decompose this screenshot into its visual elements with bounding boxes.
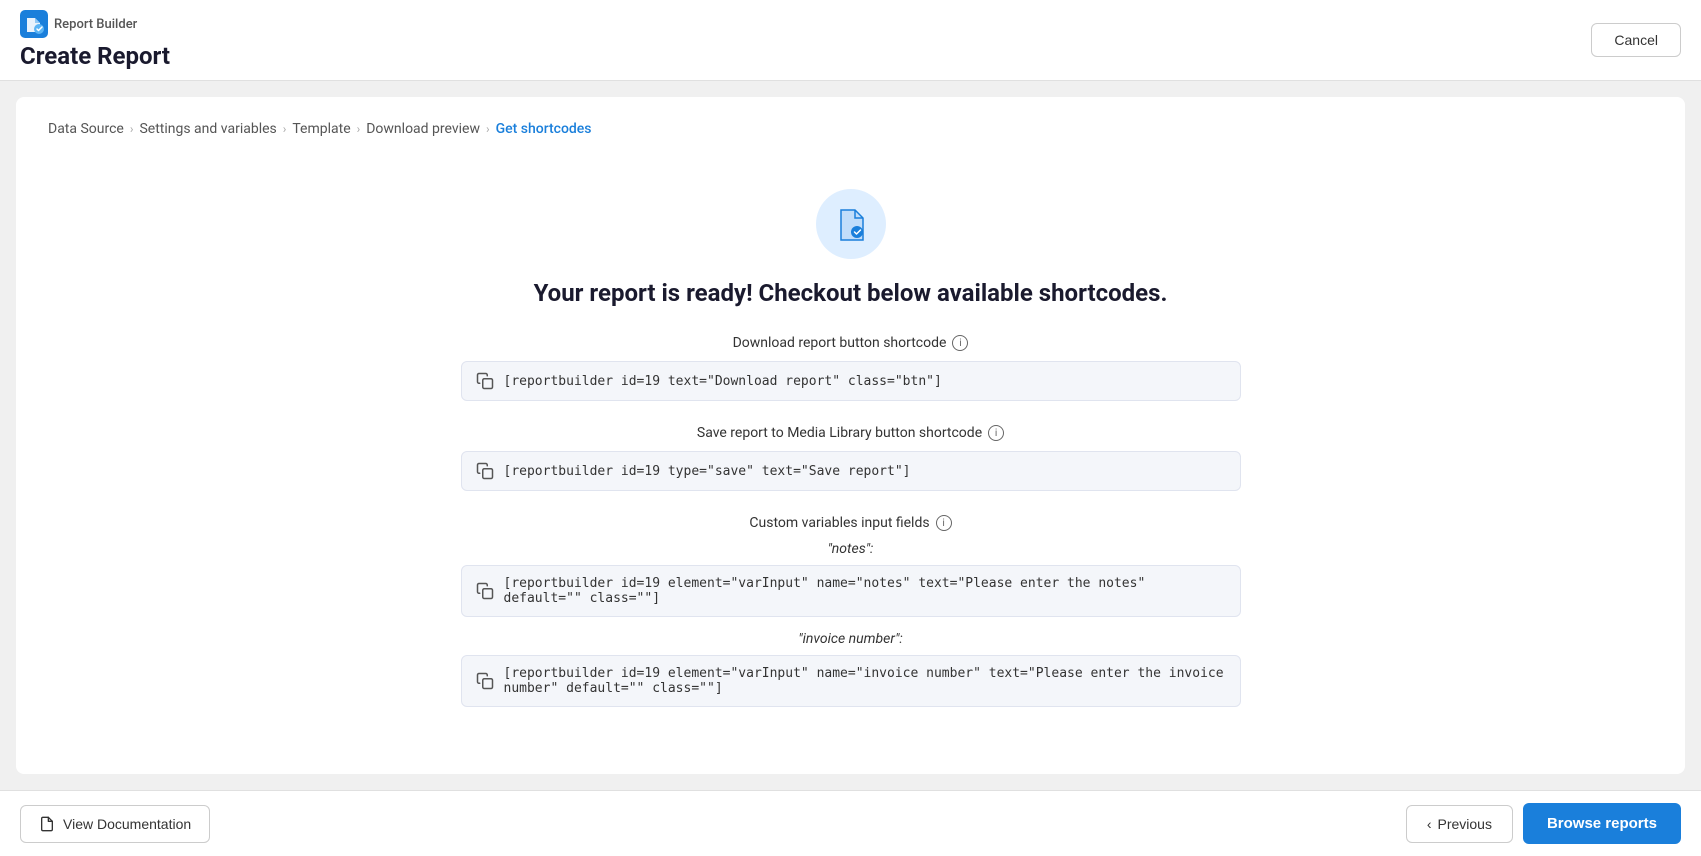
copy-download-icon[interactable] — [476, 372, 494, 390]
download-shortcode-label: Download report button shortcode i — [461, 335, 1241, 351]
report-icon-circle — [816, 189, 886, 259]
top-bar-left: Report Builder Create Report — [20, 10, 170, 70]
custom-variables-section: Custom variables input fields i "notes":… — [461, 515, 1241, 707]
invoice-shortcode-text: [reportbuilder id=19 element="varInput" … — [504, 666, 1226, 696]
breadcrumb-step-3: Template — [292, 121, 350, 137]
ready-title: Your report is ready! Checkout below ava… — [534, 279, 1168, 307]
breadcrumb-step-5-active[interactable]: Get shortcodes — [496, 121, 592, 137]
invoice-shortcode-box: [reportbuilder id=19 element="varInput" … — [461, 655, 1241, 707]
download-info-icon[interactable]: i — [952, 335, 968, 351]
breadcrumb-sep-2: › — [283, 122, 287, 136]
footer-right: ‹ Previous Browse reports — [1406, 803, 1681, 844]
breadcrumb: Data Source › Settings and variables › T… — [48, 121, 1653, 137]
copy-notes-icon[interactable] — [476, 582, 494, 600]
var-notes-label: "notes": — [461, 541, 1241, 557]
footer: View Documentation ‹ Previous Browse rep… — [0, 790, 1701, 856]
download-shortcode-box: [reportbuilder id=19 text="Download repo… — [461, 361, 1241, 401]
breadcrumb-step-4: Download preview — [366, 121, 480, 137]
view-docs-button[interactable]: View Documentation — [20, 805, 210, 843]
copy-invoice-icon[interactable] — [476, 672, 494, 690]
breadcrumb-sep-1: › — [130, 122, 134, 136]
previous-button[interactable]: ‹ Previous — [1406, 805, 1513, 843]
content-card: Data Source › Settings and variables › T… — [16, 97, 1685, 774]
notes-shortcode-text: [reportbuilder id=19 element="varInput" … — [504, 576, 1226, 606]
center-content: Your report is ready! Checkout below ava… — [48, 169, 1653, 750]
top-bar: Report Builder Create Report Cancel — [0, 0, 1701, 81]
save-shortcode-text: [reportbuilder id=19 type="save" text="S… — [504, 464, 911, 479]
download-shortcode-section: Download report button shortcode i [repo… — [461, 335, 1241, 401]
download-shortcode-text: [reportbuilder id=19 text="Download repo… — [504, 374, 942, 389]
save-shortcode-box: [reportbuilder id=19 type="save" text="S… — [461, 451, 1241, 491]
notes-shortcode-box: [reportbuilder id=19 element="varInput" … — [461, 565, 1241, 617]
doc-icon — [39, 816, 55, 832]
breadcrumb-step-2: Settings and variables — [139, 121, 276, 137]
app-name: Report Builder — [54, 17, 137, 32]
custom-variables-label: Custom variables input fields i — [461, 515, 1241, 531]
var-invoice-label: "invoice number": — [461, 631, 1241, 647]
custom-variables-info-icon[interactable]: i — [936, 515, 952, 531]
breadcrumb-sep-4: › — [486, 122, 490, 136]
report-file-icon — [833, 206, 869, 242]
save-shortcode-section: Save report to Media Library button shor… — [461, 425, 1241, 491]
chevron-left-icon: ‹ — [1427, 816, 1432, 832]
app-logo: Report Builder — [20, 10, 170, 38]
logo-icon — [20, 10, 48, 38]
main-wrapper: Data Source › Settings and variables › T… — [0, 81, 1701, 790]
save-info-icon[interactable]: i — [988, 425, 1004, 441]
save-shortcode-label: Save report to Media Library button shor… — [461, 425, 1241, 441]
breadcrumb-sep-3: › — [357, 122, 361, 136]
breadcrumb-step-1: Data Source — [48, 121, 124, 137]
browse-reports-button[interactable]: Browse reports — [1523, 803, 1681, 844]
copy-save-icon[interactable] — [476, 462, 494, 480]
cancel-button[interactable]: Cancel — [1591, 23, 1681, 57]
page-title: Create Report — [20, 42, 170, 70]
